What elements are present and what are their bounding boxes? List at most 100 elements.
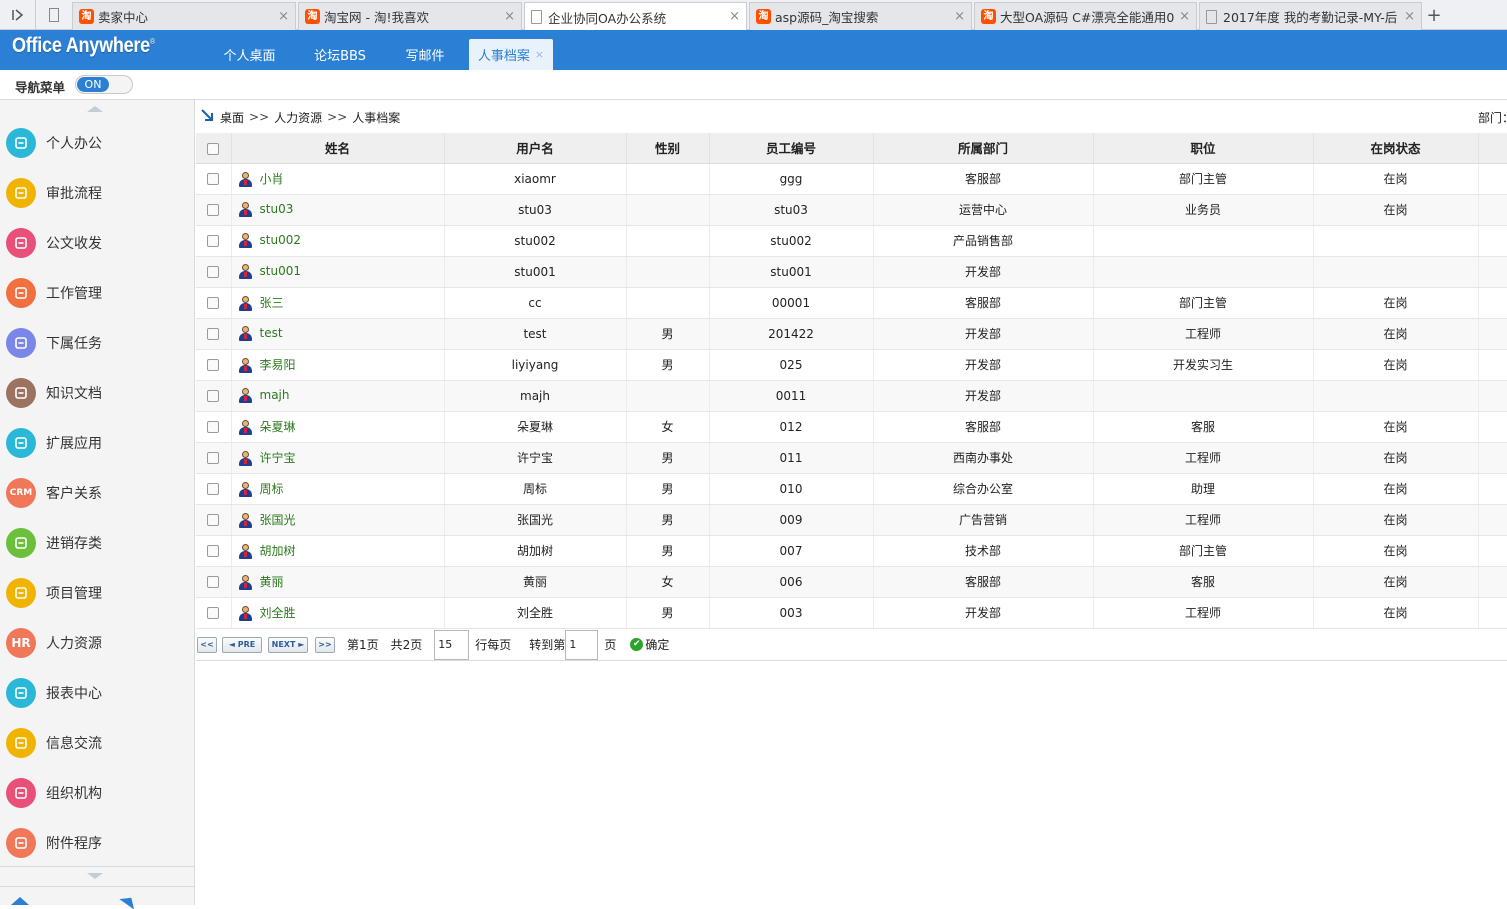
- confirm-button[interactable]: ✔ 确定: [630, 636, 669, 653]
- browser-tab[interactable]: 企业协同OA办公系统 ×: [524, 2, 747, 31]
- table-row[interactable]: majh majh 0011 开发部: [196, 380, 1507, 412]
- nav-tab[interactable]: 论坛BBS: [304, 39, 376, 70]
- row-checkbox-cell[interactable]: [196, 442, 232, 474]
- row-checkbox-cell[interactable]: [196, 380, 232, 412]
- row-checkbox[interactable]: [207, 576, 220, 588]
- sidebar-toggle-icon[interactable]: [0, 0, 36, 30]
- row-checkbox[interactable]: [207, 297, 220, 309]
- rows-per-page-input[interactable]: 15: [434, 629, 470, 660]
- new-tab-button[interactable]: +: [1423, 2, 1445, 28]
- row-checkbox[interactable]: [207, 235, 220, 247]
- scroll-down-icon[interactable]: [87, 873, 103, 879]
- row-checkbox[interactable]: [207, 452, 220, 464]
- close-tab-icon[interactable]: ×: [1179, 9, 1190, 24]
- table-row[interactable]: 李易阳 liyiyang 男 025 开发部 开发实习生 在岗: [196, 349, 1507, 381]
- employee-name-link[interactable]: 小肖: [260, 172, 284, 186]
- sidebar-item[interactable]: CRM 客户关系: [0, 468, 194, 518]
- select-all-checkbox-cell[interactable]: [196, 133, 232, 164]
- sidebar-item[interactable]: 附件程序: [0, 818, 194, 868]
- cell-name[interactable]: 黄丽: [231, 566, 445, 598]
- table-row[interactable]: stu002 stu002 stu002 产品销售部: [196, 225, 1507, 257]
- cell-name[interactable]: majh: [231, 380, 445, 412]
- row-checkbox-cell[interactable]: [196, 349, 232, 381]
- table-row[interactable]: stu001 stu001 stu001 开发部: [196, 256, 1507, 288]
- table-row[interactable]: 周标 周标男 010 综合办公室 助理 在岗: [196, 473, 1507, 505]
- close-tab-icon[interactable]: ×: [1404, 9, 1415, 24]
- row-checkbox-cell[interactable]: [196, 318, 232, 350]
- cell-name[interactable]: 胡加树: [231, 535, 445, 567]
- row-checkbox[interactable]: [207, 173, 220, 185]
- row-checkbox-cell[interactable]: [196, 597, 232, 629]
- cell-name[interactable]: 刘全胜: [231, 597, 445, 629]
- row-checkbox-cell[interactable]: [196, 473, 232, 505]
- prev-page-button[interactable]: ◄ PRE: [222, 636, 262, 653]
- nav-tab[interactable]: 个人桌面: [213, 39, 286, 70]
- row-checkbox-cell[interactable]: [196, 163, 232, 195]
- column-header-name[interactable]: 姓名: [231, 133, 445, 164]
- sidebar-item[interactable]: 信息交流: [0, 718, 194, 768]
- employee-name-link[interactable]: 朵夏琳: [260, 420, 296, 434]
- sidebar-item[interactable]: 审批流程: [0, 168, 194, 218]
- row-checkbox-cell[interactable]: [196, 287, 232, 319]
- edit-shortcut-icon[interactable]: [119, 892, 139, 909]
- employee-name-link[interactable]: 许宁宝: [260, 451, 296, 465]
- table-row[interactable]: stu03 stu03 stu03 运营中心 业务员 在岗: [196, 194, 1507, 226]
- column-header-position[interactable]: 职位: [1093, 133, 1314, 164]
- table-row[interactable]: 刘全胜 刘全胜男 003 开发部 工程师 在岗: [196, 597, 1507, 629]
- last-page-button[interactable]: >>: [315, 636, 335, 653]
- row-checkbox[interactable]: [207, 607, 220, 619]
- cell-name[interactable]: 李易阳: [231, 349, 445, 381]
- table-row[interactable]: 胡加树 胡加树男 007 技术部 部门主管 在岗: [196, 535, 1507, 567]
- sidebar-item[interactable]: 个人办公: [0, 118, 194, 168]
- close-nav-tab-icon[interactable]: ×: [535, 48, 544, 61]
- sidebar-item[interactable]: HR 人力资源: [0, 618, 194, 668]
- browser-tab[interactable]: 2017年度 我的考勤记录-MY-后 ×: [1199, 2, 1422, 30]
- employee-name-link[interactable]: majh: [260, 388, 290, 402]
- cell-name[interactable]: 朵夏琳: [231, 411, 445, 443]
- row-checkbox[interactable]: [207, 390, 220, 402]
- cell-name[interactable]: 许宁宝: [231, 442, 445, 474]
- breadcrumb-desktop[interactable]: 桌面: [220, 109, 244, 126]
- table-row[interactable]: 黄丽 黄丽女 006 客服部 客服 在岗: [196, 566, 1507, 598]
- nav-menu-toggle[interactable]: ON: [75, 75, 133, 94]
- row-checkbox[interactable]: [207, 421, 220, 433]
- sidebar-item[interactable]: 知识文档: [0, 368, 194, 418]
- row-checkbox-cell[interactable]: [196, 566, 232, 598]
- row-checkbox[interactable]: [207, 266, 220, 278]
- table-row[interactable]: 小肖 xiaomr ggg 客服部 部门主管 在岗: [196, 163, 1507, 195]
- employee-name-link[interactable]: test: [260, 326, 283, 340]
- page-icon[interactable]: [36, 0, 72, 30]
- table-row[interactable]: 许宁宝 许宁宝男 011 西南办事处 工程师 在岗: [196, 442, 1507, 474]
- table-row[interactable]: 张国光 张国光男 009 广告营销 工程师 在岗: [196, 504, 1507, 536]
- row-checkbox-cell[interactable]: [196, 535, 232, 567]
- cell-name[interactable]: 张国光: [231, 504, 445, 536]
- table-row[interactable]: 张三 cc 00001 客服部 部门主管 在岗: [196, 287, 1507, 319]
- row-checkbox[interactable]: [207, 514, 220, 526]
- home-shortcut-icon[interactable]: [11, 897, 29, 905]
- browser-tab[interactable]: 淘卖家中心 ×: [72, 2, 296, 30]
- row-checkbox-cell[interactable]: [196, 504, 232, 536]
- sidebar-item[interactable]: 组织机构: [0, 768, 194, 818]
- cell-name[interactable]: stu001: [231, 256, 445, 288]
- row-checkbox[interactable]: [207, 204, 220, 216]
- row-checkbox-cell[interactable]: [196, 225, 232, 257]
- row-checkbox[interactable]: [207, 328, 220, 340]
- cell-name[interactable]: 张三: [231, 287, 445, 319]
- column-header-status[interactable]: 在岗状态: [1313, 133, 1479, 164]
- sidebar-item[interactable]: 进销存类: [0, 518, 194, 568]
- employee-name-link[interactable]: 周标: [260, 482, 284, 496]
- sidebar-item[interactable]: 工作管理: [0, 268, 194, 318]
- employee-name-link[interactable]: 刘全胜: [260, 606, 296, 620]
- scroll-up-icon[interactable]: [87, 106, 103, 112]
- browser-tab[interactable]: 淘大型OA源码 C#漂亮全能通用0. ×: [974, 2, 1197, 30]
- employee-name-link[interactable]: stu002: [260, 233, 301, 247]
- cell-name[interactable]: stu03: [231, 194, 445, 226]
- next-page-button[interactable]: NEXT ►: [268, 636, 308, 653]
- column-header-emp-no[interactable]: 员工编号: [709, 133, 874, 164]
- close-tab-icon[interactable]: ×: [729, 9, 740, 24]
- row-checkbox-cell[interactable]: [196, 256, 232, 288]
- sidebar-item[interactable]: 公文收发: [0, 218, 194, 268]
- nav-tab[interactable]: 人事档案 ×: [469, 39, 553, 70]
- table-row[interactable]: test test 男 201422 开发部 工程师 在岗: [196, 318, 1507, 350]
- sidebar-item[interactable]: 下属任务: [0, 318, 194, 368]
